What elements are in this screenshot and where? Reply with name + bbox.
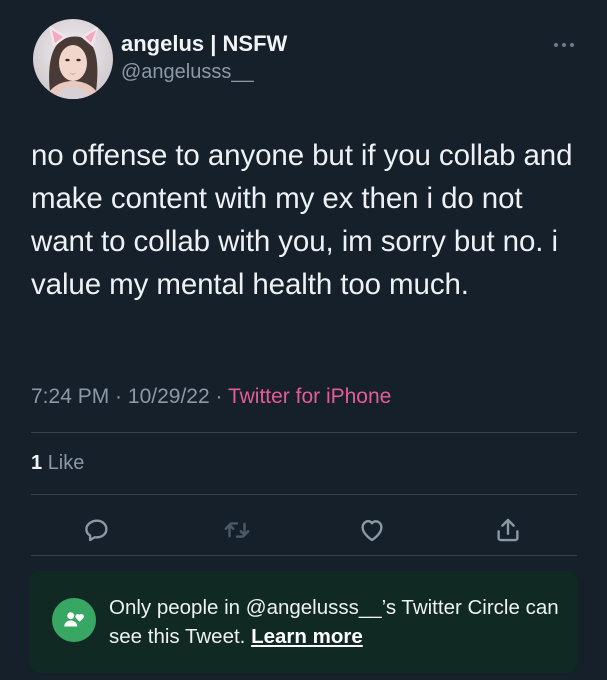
avatar[interactable] xyxy=(33,19,113,99)
meta-separator: · xyxy=(109,385,128,408)
tweet-source-link[interactable]: Twitter for iPhone xyxy=(228,385,391,408)
like-button[interactable] xyxy=(354,512,390,548)
twitter-circle-icon xyxy=(52,598,96,642)
like-label: Like xyxy=(47,452,85,474)
avatar-photo xyxy=(33,19,113,99)
divider xyxy=(31,494,577,495)
more-icon xyxy=(554,43,574,47)
author-handle[interactable]: @angelusss__ xyxy=(121,61,254,84)
tweet-time[interactable]: 7:24 PM xyxy=(31,385,109,408)
author-name[interactable]: angelus | NSFW xyxy=(121,31,287,57)
meta-separator: · xyxy=(209,385,228,408)
tweet-date[interactable]: 10/29/22 xyxy=(128,385,210,408)
people-icon xyxy=(64,612,84,627)
retweet-button[interactable] xyxy=(219,512,255,548)
circle-notice-text: Only people in @angelusss__’s Twitter Ci… xyxy=(109,593,559,651)
divider xyxy=(31,432,577,433)
divider xyxy=(31,555,577,556)
learn-more-link[interactable]: Learn more xyxy=(251,625,363,648)
twitter-circle-notice: Only people in @angelusss__’s Twitter Ci… xyxy=(29,571,578,673)
retweet-icon xyxy=(224,522,250,538)
reply-icon xyxy=(85,519,108,542)
more-options-button[interactable] xyxy=(547,32,581,58)
reply-button[interactable] xyxy=(79,512,115,548)
share-icon xyxy=(497,518,519,542)
share-button[interactable] xyxy=(490,512,526,548)
like-count: 1 xyxy=(31,452,43,474)
tweet-text: no offense to anyone but if you collab a… xyxy=(31,139,573,301)
tweet-meta: 7:24 PM · 10/29/22 · Twitter for iPhone xyxy=(31,385,391,409)
heart-icon xyxy=(361,520,383,542)
likes-stat[interactable]: 1 Like xyxy=(31,452,84,475)
